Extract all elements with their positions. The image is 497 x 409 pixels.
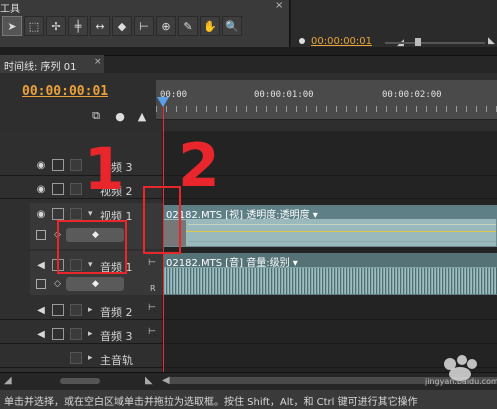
speaker-icon[interactable]: ◀ — [34, 328, 48, 340]
monitor-out-point-icon: ◣ — [488, 36, 495, 46]
speaker-icon[interactable]: ◀ — [34, 304, 48, 316]
ruler-label-1: 00:00:01:00 — [254, 90, 314, 100]
opacity-line[interactable] — [186, 231, 496, 232]
watermark-text: jingyan.baidu.com — [425, 377, 497, 386]
time-ruler[interactable] — [156, 80, 497, 120]
annotation-number-1: 1 — [84, 135, 125, 203]
collapse-expand-icon[interactable]: ▾ — [88, 209, 93, 219]
lock-icon[interactable] — [70, 183, 82, 195]
track-label-master: 主音轨 — [100, 354, 133, 367]
collapse-expand-icon[interactable]: ▸ — [88, 353, 93, 363]
sync-lock-icon[interactable] — [52, 328, 64, 340]
annotation-box-2 — [143, 186, 181, 254]
hand-tool-icon[interactable]: ✋ — [200, 16, 220, 36]
eye-icon[interactable]: ◉ — [34, 159, 48, 171]
ruler-label-2: 00:00:02:00 — [382, 90, 442, 100]
lock-icon[interactable] — [70, 159, 82, 171]
lock-icon[interactable] — [70, 304, 82, 316]
track-label-audio2: 音频 2 — [100, 306, 133, 319]
snap-icon[interactable]: ⧉ — [88, 108, 104, 124]
video-clip-label: 02182.MTS [视] 透明度:透明度 ▾ — [166, 210, 318, 221]
monitor-marker-icon — [299, 38, 305, 44]
audio-waveform — [163, 268, 497, 294]
audio-channel-marker: R — [150, 284, 156, 293]
track-sync-icon: ⊢ — [148, 303, 156, 313]
scroll-left-icon[interactable]: ◀ — [162, 375, 170, 386]
tab-timeline-sequence[interactable]: 时间线: 序列 01 — [0, 55, 104, 73]
filmstrip-icon[interactable] — [52, 159, 64, 171]
display-style-icon[interactable] — [36, 230, 46, 240]
add-marker-icon[interactable]: ● — [112, 108, 128, 124]
collapse-expand-icon[interactable]: ▸ — [88, 329, 93, 339]
annotation-number-2: 2 — [178, 131, 220, 201]
lock-icon[interactable] — [70, 352, 82, 364]
set-marker-icon[interactable]: ▲ — [134, 108, 150, 124]
monitor-zoom-knob[interactable] — [415, 38, 421, 46]
zoom-slider-knob[interactable] — [60, 378, 100, 384]
ruler-ticks — [156, 106, 497, 112]
timeline-timecode[interactable]: 00:00:00:01 — [22, 84, 108, 99]
zoom-in-icon[interactable]: ◣ — [145, 375, 153, 386]
track-sync-icon: ⊢ — [148, 327, 156, 337]
add-keyframe-icon[interactable]: ◆ — [92, 279, 99, 289]
timeline-tab-close-icon[interactable]: × — [94, 57, 102, 67]
eye-icon[interactable]: ◉ — [34, 208, 48, 220]
tools-tab[interactable]: 工具 — [0, 0, 34, 15]
monitor-zoom-slider[interactable] — [385, 42, 485, 44]
select-tool-icon[interactable]: ➤ — [2, 16, 22, 36]
audio-clip-label: 02182.MTS [音] 音量:级别 ▾ — [166, 258, 298, 269]
slide-tool-icon[interactable]: ⊕ — [156, 16, 176, 36]
slip-tool-icon[interactable]: ⊢ — [134, 16, 154, 36]
pen-tool-icon[interactable]: ✎ — [178, 16, 198, 36]
speaker-icon[interactable]: ◀ — [34, 259, 48, 271]
tools-row: ➤ ⬚ ✢ ╪ ↔ ◆ ⊢ ⊕ ✎ ✋ 🔍 — [2, 16, 242, 36]
eye-icon[interactable]: ◉ — [34, 183, 48, 195]
monitor-timecode[interactable]: 00:00:00:01 — [311, 36, 372, 47]
waveform-display-icon[interactable] — [36, 279, 46, 289]
sync-lock-icon[interactable] — [52, 304, 64, 316]
filmstrip-icon[interactable] — [52, 183, 64, 195]
filmstrip-icon[interactable] — [52, 208, 64, 220]
zoom-out-icon[interactable]: ◢ — [4, 375, 12, 386]
rolling-edit-tool-icon[interactable]: ╪ — [68, 16, 88, 36]
lock-icon[interactable] — [70, 208, 82, 220]
zoom-tool-icon[interactable]: 🔍 — [222, 16, 242, 36]
video-clip-body — [188, 224, 496, 242]
annotation-box-1 — [57, 220, 127, 274]
track-sync-icon: ⊢ — [148, 258, 156, 268]
collapse-expand-icon[interactable]: ▸ — [88, 305, 93, 315]
status-bar: 单击并选择，或在空白区域单击并拖拉为选取框。按住 Shift，Alt，和 Ctr… — [0, 390, 497, 409]
keyframe-icon[interactable]: ◇ — [54, 279, 61, 289]
razor-tool-icon[interactable]: ◆ — [112, 16, 132, 36]
track-label-audio3: 音频 3 — [100, 330, 133, 343]
track-select-tool-icon[interactable]: ⬚ — [24, 16, 44, 36]
rate-stretch-tool-icon[interactable]: ↔ — [90, 16, 110, 36]
tools-close-icon[interactable]: × — [275, 0, 283, 11]
ripple-edit-tool-icon[interactable]: ✢ — [46, 16, 66, 36]
lock-icon[interactable] — [70, 328, 82, 340]
